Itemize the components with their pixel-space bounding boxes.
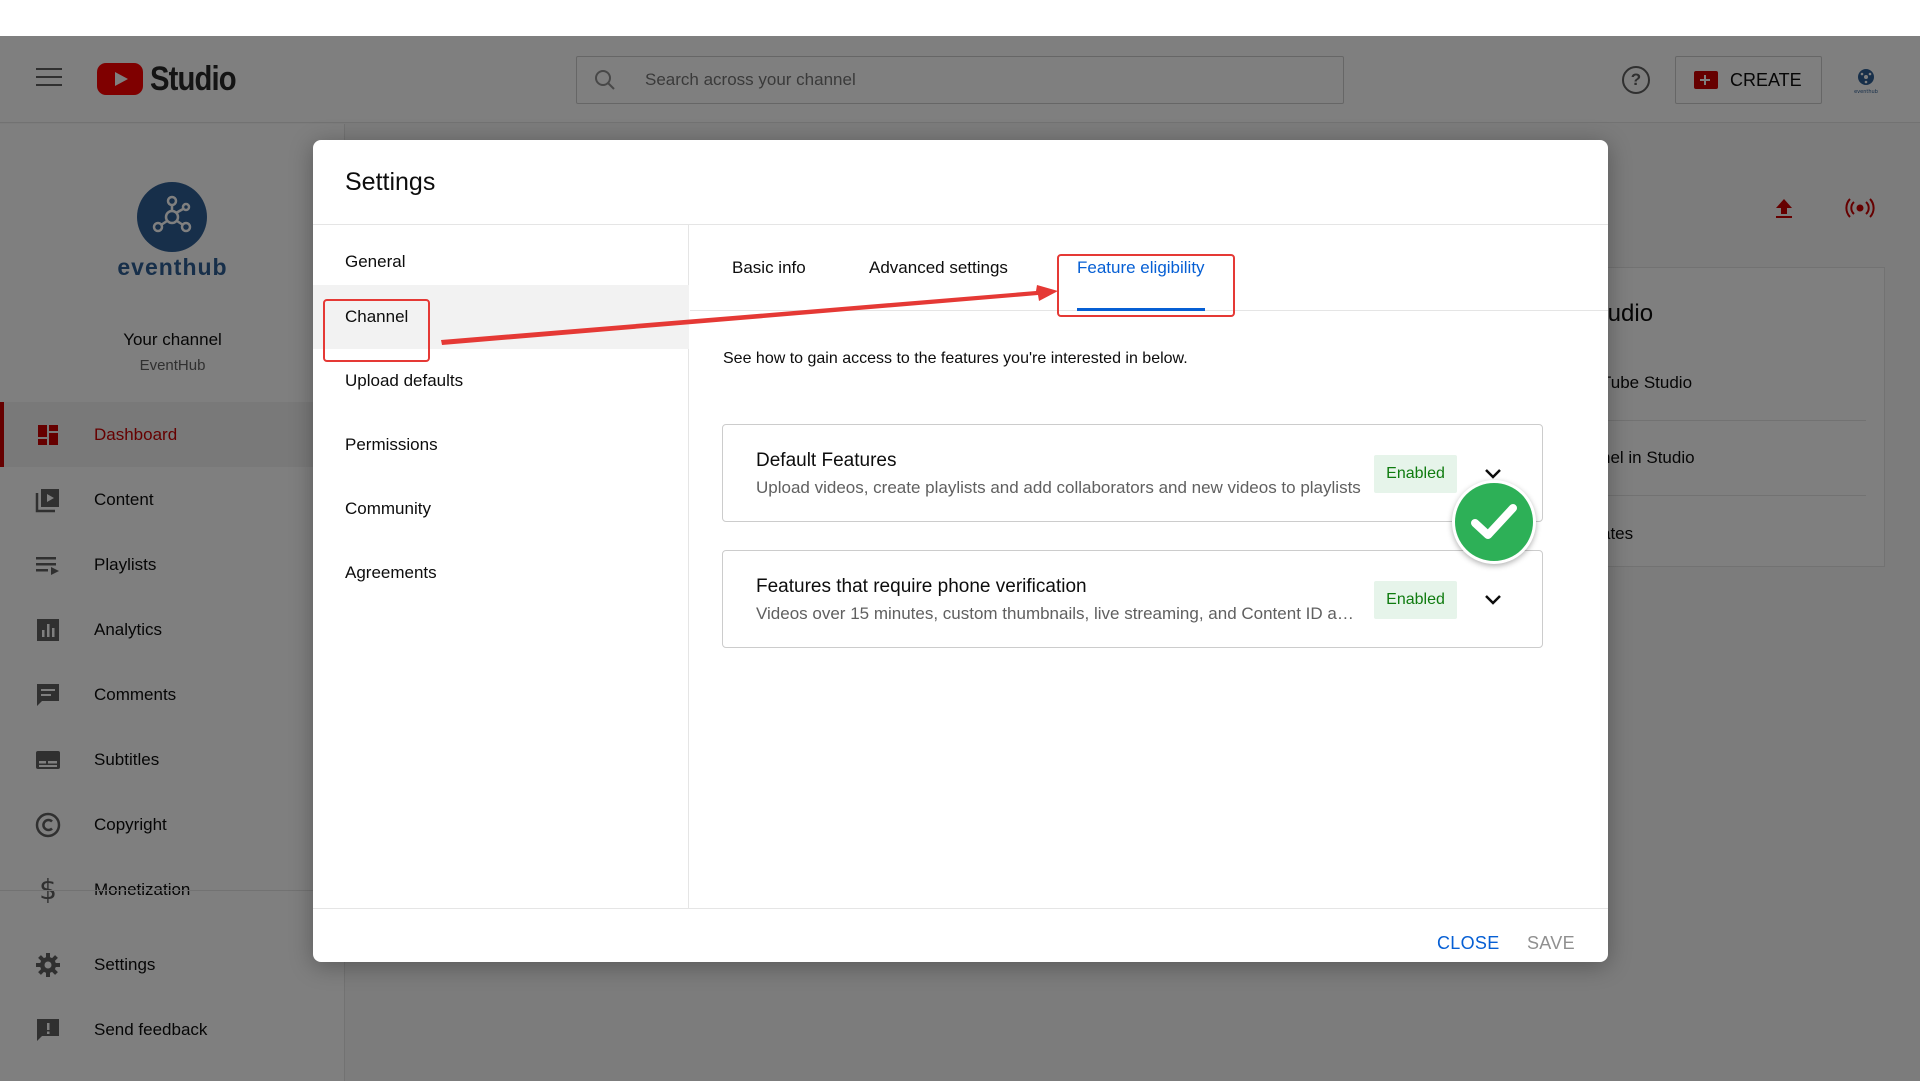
feature-card-default[interactable]: Default Features Upload videos, create p…: [722, 424, 1543, 522]
settings-nav-label: Upload defaults: [345, 371, 464, 390]
feature-title: Features that require phone verification: [756, 576, 1087, 597]
feature-intro-text: See how to gain access to the features y…: [723, 350, 1188, 367]
settings-nav-agreements[interactable]: Agreements: [313, 541, 689, 605]
feature-title: Default Features: [756, 450, 897, 471]
status-badge: Enabled: [1374, 581, 1457, 619]
tab-label: Basic info: [732, 258, 806, 277]
feature-description: Videos over 15 minutes, custom thumbnail…: [756, 604, 1361, 623]
tab-label: Advanced settings: [869, 258, 1008, 277]
status-badge: Enabled: [1374, 455, 1457, 493]
close-button[interactable]: CLOSE: [1437, 933, 1500, 954]
tab-advanced-settings[interactable]: Advanced settings: [869, 225, 1008, 311]
chevron-down-icon[interactable]: [1475, 582, 1511, 618]
annotation-highlight-channel: [323, 299, 430, 362]
feature-description: Upload videos, create playlists and add …: [756, 478, 1361, 497]
dialog-title: Settings: [345, 168, 436, 196]
settings-nav-label: General: [345, 252, 406, 271]
settings-nav-label: Permissions: [345, 435, 438, 454]
checkmark-icon: [1452, 480, 1536, 564]
studio-app: Studio ? CREATE eventhub: [0, 36, 1920, 1081]
settings-nav-label: Agreements: [345, 563, 437, 582]
settings-nav-label: Community: [345, 499, 431, 518]
annotation-highlight-feature-tab: [1057, 254, 1235, 317]
tab-basic-info[interactable]: Basic info: [732, 225, 806, 311]
settings-nav-community[interactable]: Community: [313, 477, 689, 541]
save-button[interactable]: SAVE: [1527, 933, 1575, 954]
settings-nav-permissions[interactable]: Permissions: [313, 413, 689, 477]
settings-dialog: Settings General Channel Upload defaults…: [313, 140, 1608, 962]
feature-card-phone-verification[interactable]: Features that require phone verification…: [722, 550, 1543, 648]
dialog-footer-divider: [313, 908, 1608, 909]
